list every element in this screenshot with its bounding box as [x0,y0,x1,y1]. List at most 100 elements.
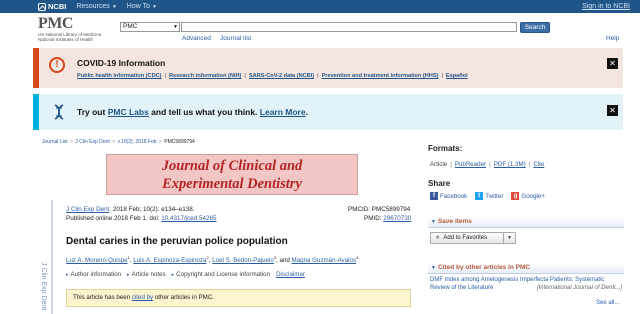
pmc-logo-subtitle-2: National Institutes of Health [38,37,94,42]
cited-by-heading[interactable]: ▼ Cited by other articles in PMC [428,263,624,274]
author-link[interactable]: Loel S. Bedón-Pajuelo [212,257,274,264]
triangle-down-icon: ▼ [431,265,436,271]
breadcrumb: Journal List > J Clin Exp Dent > v.10(2)… [42,139,195,145]
ncbi-data-link[interactable]: SARS-CoV-2 data (NCBI) [249,73,314,79]
triangle-down-icon: ▼ [431,219,436,225]
author-link[interactable]: Magna Guzmán-Avalos [292,257,357,264]
ncbi-logo-text: NCBI [48,2,67,11]
close-icon[interactable]: ✕ [607,105,618,116]
pmc-logo[interactable]: PMC US National Library of Medicine Nati… [38,15,101,43]
advanced-search-link[interactable]: Advanced [182,35,211,42]
covid-title: COVID-19 Information [77,58,166,68]
author-affiliation-sup[interactable]: 4 [356,255,358,260]
chevron-down-icon[interactable]: ▼ [503,233,515,243]
database-select[interactable]: PMC ▼ [120,22,180,32]
article-notes-toggle[interactable]: ▸ Article notes [127,271,166,278]
format-article[interactable]: Article [430,161,447,168]
facebook-icon: f [430,192,438,200]
chevron-down-icon: ▼ [173,24,178,30]
published-text: Published online 2018 Feb 1. doi: [66,215,162,222]
breadcrumb-issue[interactable]: v.10(2); 2018 Feb [117,139,156,145]
warning-icon: ! [49,57,65,73]
cited-by-link[interactable]: cited by [132,294,153,301]
disclaimer-link[interactable]: Disclaimer [276,271,305,278]
sign-in-link[interactable]: Sign in to NCBI [582,3,630,10]
chevron-down-icon: ▼ [151,4,157,10]
journal-banner[interactable]: Journal of Clinical and Experimental Den… [106,154,358,195]
learn-more-link[interactable]: Learn More [260,107,306,117]
cited-article-item[interactable]: DMF Index among Amelogenesis Imperfecta … [430,277,622,292]
citation: J Clin Exp Dent. 2018 Feb; 10(2): e134–e… [66,205,217,223]
formats-list: Article | PubReader | PDF (1.3M) | Cite [430,161,545,168]
google-plus-icon: g [511,192,520,200]
share-buttons: f Facebook t Twitter g Google+ [430,192,545,200]
ncbi-top-bar: NCBI Resources ▼ How To ▼ Sign in to NCBI [0,0,640,13]
pmc-logo-text: PMC [38,15,73,32]
covid-banner: ! COVID-19 Information Public health inf… [33,48,623,88]
labs-message: Try out PMC Labs and tell us what you th… [77,107,308,117]
search-button[interactable]: Search [520,22,550,33]
close-icon[interactable]: ✕ [607,58,618,69]
see-all-link[interactable]: See all... [596,300,619,306]
google-plus-share[interactable]: g Google+ [511,192,545,200]
author-link[interactable]: Luz A. Moreno-Quispe [66,257,128,264]
author-affiliation-sup[interactable]: 1 [128,255,130,260]
pmc-header: PMC US National Library of Medicine Nati… [0,13,640,47]
format-pubreader[interactable]: PubReader [455,161,486,168]
ncbi-logo[interactable]: NCBI [38,2,66,11]
pmcid-label: PMCID: [348,206,371,213]
pmcid-value: PMC5899794 [371,206,411,213]
author-list: Luz A. Moreno-Quispe1, Luis A. Espinoza-… [66,255,359,265]
author-information-toggle[interactable]: ▸ Author information [66,271,121,278]
pmid-link[interactable]: 29670730 [383,215,411,222]
doi-link[interactable]: 10.4317/jced.54265 [161,215,216,222]
journal-link[interactable]: J Clin Exp Dent [66,206,109,213]
how-to-menu[interactable]: How To ▼ [127,3,157,10]
twitter-icon: t [475,192,484,200]
copyright-toggle[interactable]: ▸ Copyright and License information [172,271,270,278]
star-icon: ★ [435,235,441,241]
author-affiliation-sup[interactable]: 3 [274,255,276,260]
journal-banner-line-2: Experimental Dentistry [162,176,302,192]
format-pdf[interactable]: PDF (1.3M) [494,161,526,168]
covid-links: Public health information (CDC) | Research… [77,73,468,79]
facebook-share[interactable]: f Facebook [430,192,467,200]
resources-menu[interactable]: Resources ▼ [76,3,116,10]
ncbi-logo-icon [38,2,46,11]
caret-right-icon: ▸ [171,272,175,278]
cdc-link[interactable]: Public health information (CDC) [77,73,162,79]
pmc-labs-link[interactable]: PMC Labs [108,107,149,117]
pmc-labs-banner: Try out PMC Labs and tell us what you th… [33,94,623,130]
journal-list-link[interactable]: Journal list [220,35,251,42]
citation-issue: . 2018 Feb; 10(2): e134–e138. [109,206,195,213]
breadcrumb-journal[interactable]: J Clin Exp Dent [75,139,109,145]
espanol-link[interactable]: Español [446,73,468,79]
chevron-down-icon: ▼ [111,4,117,10]
side-divider [51,200,53,314]
journal-side-strip: J Clin Exp Dent [37,200,53,314]
journal-banner-line-1: Journal of Clinical and [161,158,303,174]
breadcrumb-current: PMC5899794 [164,139,195,145]
article-tools: ▸ Author information ▸ Article notes ▸ Copy… [66,271,305,278]
help-link[interactable]: Help [606,35,619,42]
add-to-favorites-button[interactable]: ★ Add to Favorites ▼ [430,232,516,244]
twitter-share[interactable]: t Twitter [475,192,503,200]
breadcrumb-journal-list[interactable]: Journal List [42,139,68,145]
nih-link[interactable]: Research information (NIH) [169,73,241,79]
caret-right-icon: ▸ [66,272,69,278]
share-heading: Share [428,179,451,188]
caret-right-icon: ▸ [127,272,130,278]
article-ids: PMCID: PMC5899794 PMID: 29670730 [348,205,411,223]
save-items-heading[interactable]: ▼ Save items [428,217,624,228]
article-title: Dental caries in the peruvian police pop… [66,236,288,247]
search-input[interactable] [181,22,517,32]
author-affiliation-sup[interactable]: 2 [207,255,209,260]
hhs-link[interactable]: Prevention and treatment information (HH… [322,73,439,79]
formats-heading: Formats: [428,144,463,153]
pmid-label: PMID: [364,215,382,222]
and-text: and [279,257,290,265]
author-link[interactable]: Luis A. Espinoza-Espinoza [133,257,206,264]
cited-by-notice: This article has been cited by other art… [66,289,411,307]
dna-icon [54,104,64,120]
format-cite[interactable]: Cite [533,161,544,168]
